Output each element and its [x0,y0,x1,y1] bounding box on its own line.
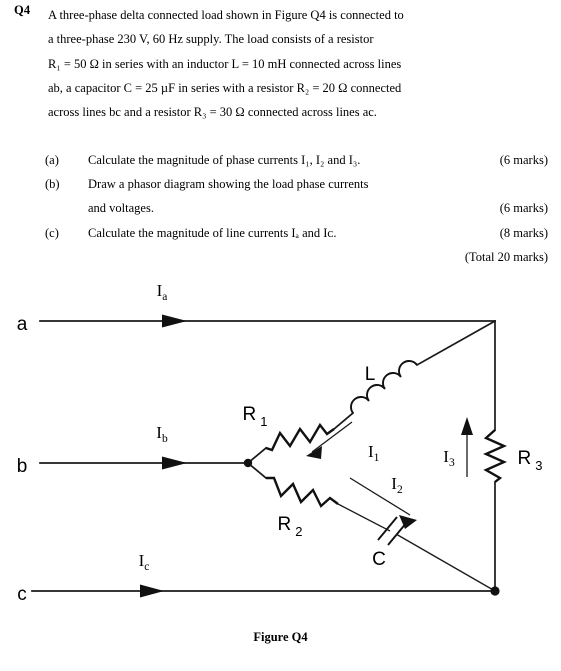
part-c-text: Calculate the magnitude of line currents… [88,225,337,240]
part-c-label: (c) [45,225,59,240]
part-b-label: (b) [45,177,60,192]
stem-line-4: ab, a capacitor C = 25 µF in series with… [48,80,402,95]
resistor-r2-symbol [266,476,339,508]
node-label-c: c [17,584,27,605]
stem-line-2: a three-phase 230 V, 60 Hz supply. The l… [48,32,374,47]
part-a-marks: (6 marks) [499,153,548,167]
branch2-lead-middle [337,503,391,532]
component-label-c: C [372,549,386,570]
question-part-a: (a) Calculate the magnitude of phase cur… [0,148,561,172]
question-number: Q4 [14,3,31,17]
resistor-r3-symbol [483,429,507,483]
part-b-marks-value: (6 marks) [499,201,548,216]
line-current-label-ia: Ia [157,281,168,303]
inductor-l-symbol [350,360,418,414]
circuit-diagram: a Ia b Ib c Ic I1 R 1 L I2 R 2 C I3 R 3 [17,281,543,605]
junction-dot-b [243,458,253,468]
line-b-arrowhead [162,456,187,470]
question-parts: (a) Calculate the magnitude of phase cur… [0,148,561,269]
stem-line-5: across lines bc and a resistor R₃ = 30 Ω… [48,105,377,120]
current-arrow-i3-head [461,417,473,435]
part-a-label: (a) [45,153,59,167]
component-label-r1: R1 [243,404,268,429]
question-part-b-continuation: and voltages. (6 marks) [0,196,561,220]
current-arrow-i2-head [399,515,417,529]
line-c-arrowhead [140,584,164,598]
node-label-a: a [17,314,28,335]
total-marks: (Total 20 marks) [464,249,548,264]
current-arrow-i1-head [306,446,322,459]
branch1-lead-middle [332,411,355,431]
branch1-lead-upper [415,319,497,367]
figure-q4: a Ia b Ib c Ic I1 R 1 L I2 R 2 C I3 R 3 [0,272,561,617]
question-stem: A three-phase delta connected load shown… [48,3,528,124]
component-label-r2: R2 [278,514,303,539]
phase-current-label-i3: I3 [443,447,455,469]
component-label-r3: R3 [518,448,543,473]
resistor-r1-symbol [265,422,335,452]
part-b-cont-text: and voltages. [88,201,154,216]
component-label-l: L [365,364,376,385]
part-c-marks: (8 marks) [499,225,548,240]
question-part-b: (b) Draw a phasor diagram showing the lo… [0,172,561,196]
junction-dot-c [490,586,500,596]
line-current-label-ib: Ib [156,423,168,445]
phase-current-label-i2: I2 [391,474,403,496]
stem-line-1: A three-phase delta connected load shown… [48,8,404,22]
phase-current-label-i1: I1 [368,442,380,464]
question-part-c: (c) Calculate the magnitude of line curr… [0,221,561,245]
line-a-arrowhead [162,314,187,328]
figure-caption: Figure Q4 [253,630,308,644]
stem-line-3: R₁ = 50 Ω in series with an inductor L =… [48,56,402,71]
branch2-lead-lower [395,533,496,592]
node-label-b: b [17,456,28,477]
part-b-text: Draw a phasor diagram showing the load p… [88,177,369,192]
line-current-label-ic: Ic [139,551,150,573]
part-a-text: Calculate the magnitude of phase current… [88,153,361,167]
